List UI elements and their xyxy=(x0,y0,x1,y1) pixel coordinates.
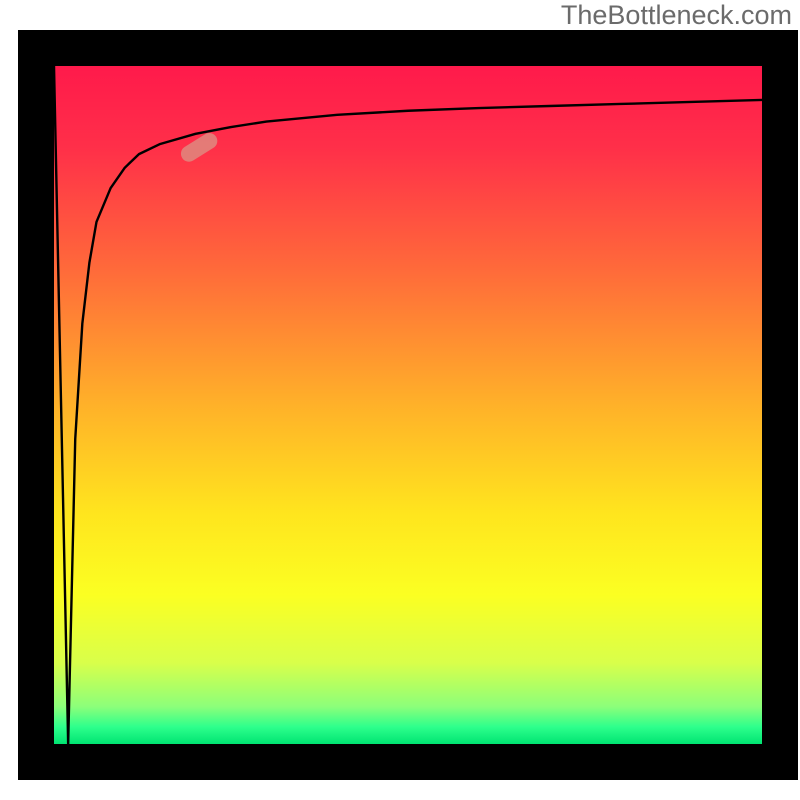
chart-stage: TheBottleneck.com xyxy=(0,0,800,800)
plot-background xyxy=(54,66,762,744)
watermark-text: TheBottleneck.com xyxy=(561,0,792,31)
bottleneck-chart xyxy=(0,0,800,800)
